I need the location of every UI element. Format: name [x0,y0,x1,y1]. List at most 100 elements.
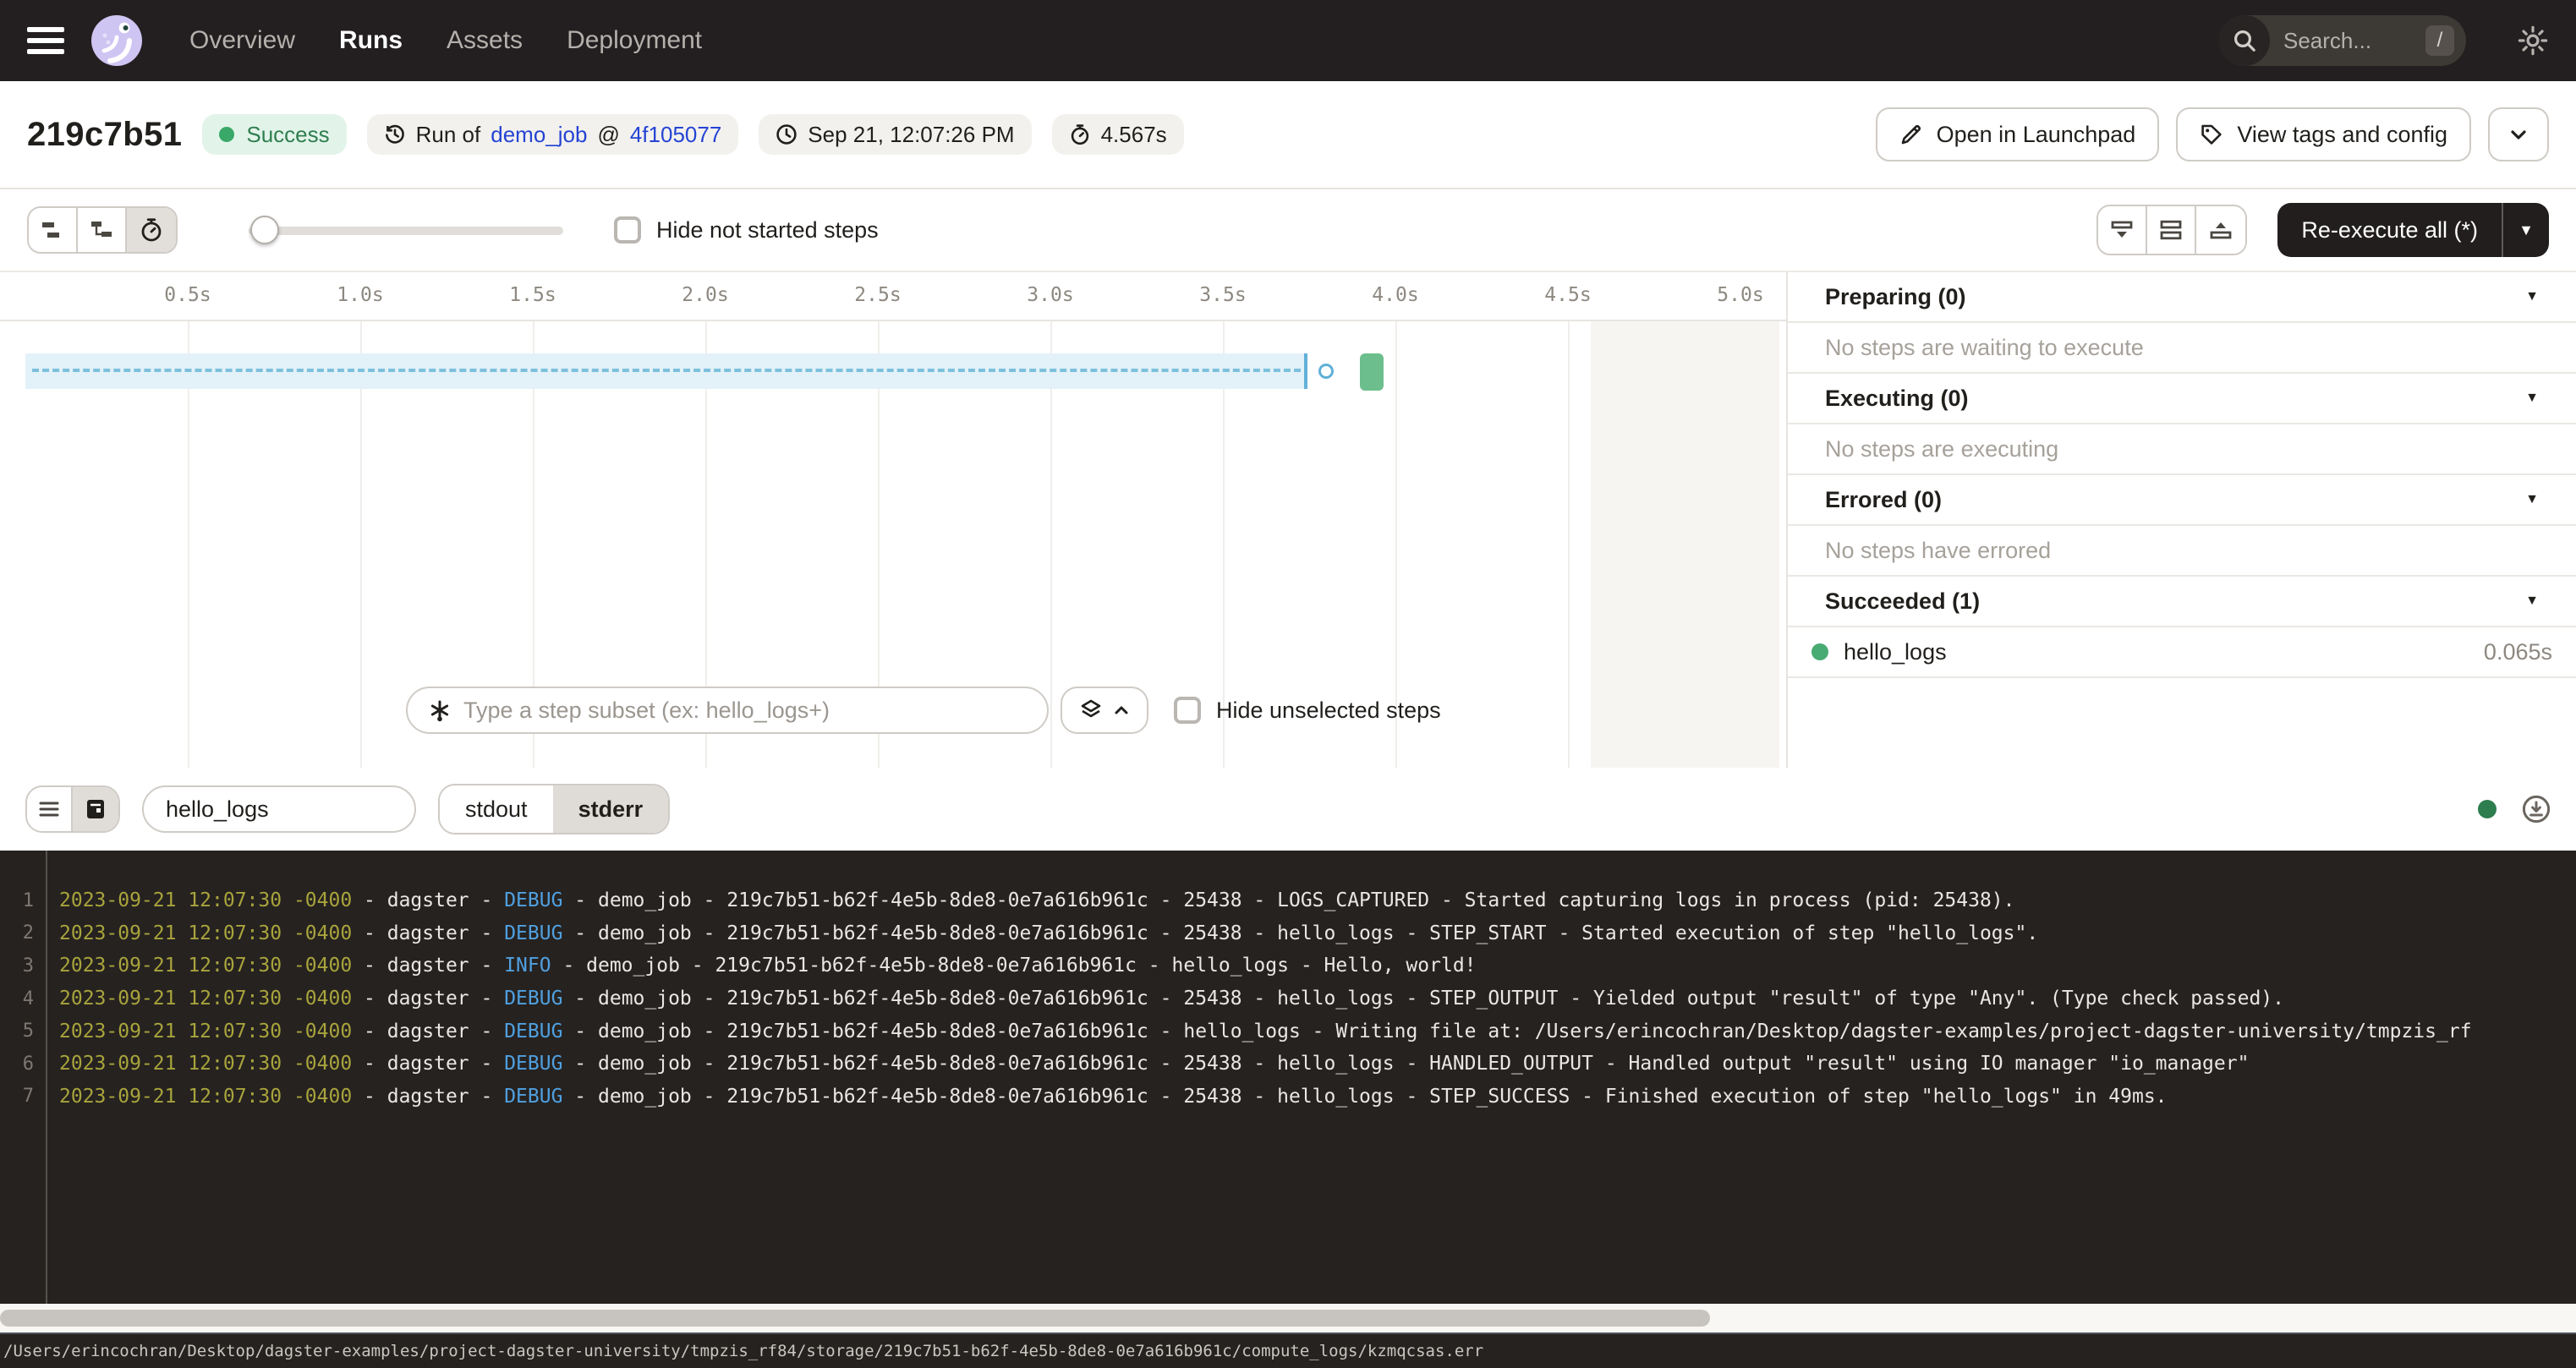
gantt-toolbar: Hide not started steps Re-execute all (*… [0,189,2576,271]
panel-section-header[interactable]: Preparing (0)▼ [1788,272,2576,323]
step-subset-input[interactable]: Type a step subset (ex: hello_logs+) [406,687,1049,734]
panel-section-title: Succeeded (1) [1825,588,1980,615]
hide-not-started-checkbox[interactable] [614,216,641,244]
step-status-dot [1811,643,1828,660]
gear-icon[interactable] [2517,25,2549,57]
log-line: 32023-09-21 12:07:30 -0400 - dagster - I… [0,949,2576,982]
panel-section-empty-message: No steps are executing [1788,424,2576,475]
open-in-launchpad-button[interactable]: Open in Launchpad [1876,107,2160,161]
run-actions-menu-button[interactable] [2488,107,2549,161]
log-line: 7 2023-09-21 12:07:30 -0400 - dagster - D… [0,1081,2576,1114]
nav-item-assets[interactable]: Assets [447,26,523,55]
expand-panel-icon [2208,217,2233,243]
raw-log-view-button[interactable] [73,787,118,831]
slider-handle[interactable] [250,216,279,244]
panel-section-empty-message: No steps have errored [1788,526,2576,577]
collapse-panel-button[interactable] [2098,206,2147,254]
raw-view-icon [84,797,107,821]
step-duration: 0.065s [2484,639,2552,665]
view-tags-config-button[interactable]: View tags and config [2176,107,2471,161]
axis-tick-label: 5.0s [1717,284,1763,306]
log-step-filter-input[interactable]: hello_logs [142,785,416,833]
panel-section-header[interactable]: Errored (0)▼ [1788,475,2576,526]
gantt-timed-mode-button[interactable] [127,208,176,252]
panel-section-header[interactable]: Succeeded (1)▼ [1788,577,2576,627]
log-tab-stdout[interactable]: stdout [440,785,553,833]
dagster-logo[interactable] [88,12,145,69]
snapshot-link[interactable]: 4f105077 [630,122,721,148]
succeeded-step-row[interactable]: hello_logs0.065s [1788,627,2576,678]
log-line-text: 2023-09-21 12:07:30 -0400 - dagster - DE… [59,889,2015,911]
graph-options-button[interactable] [1061,687,1148,734]
duration-label: 4.567s [1101,122,1167,148]
panel-size-segmented-control [2096,205,2247,255]
run-header: 219c7b51 Success Run of demo_job @ 4f105… [0,81,2576,189]
log-line: 2 2023-09-21 12:07:30 -0400 - dagster - D… [0,917,2576,950]
gantt-zoom-slider[interactable] [249,215,563,245]
log-line-text: 2023-09-21 12:07:30 -0400 - dagster - DE… [59,1086,2168,1108]
panel-section-title: Errored (0) [1825,487,1942,513]
pencil-icon [1899,123,1923,146]
panel-section-title: Executing (0) [1825,386,1969,412]
hide-unselected-checkbox-row: Hide unselected steps [1174,697,1441,724]
step-subset-placeholder: Type a step subset (ex: hello_logs+) [463,698,830,724]
axis-tick-label: 0.5s [164,284,211,306]
step-waiting-bar [25,353,1307,389]
reexecute-split-button: Re-execute all (*) ▼ [2277,203,2549,257]
step-selector-icon [428,698,452,722]
log-line-text: 2023-09-21 12:07:30 -0400 - dagster - DE… [59,922,2038,944]
gantt-waterfall-icon [90,218,113,242]
axis-tick-label: 3.5s [1199,284,1246,306]
open-in-launchpad-label: Open in Launchpad [1937,122,2136,148]
status-label: Success [246,122,329,148]
expand-panel-button[interactable] [2196,206,2245,254]
log-line: 62023-09-21 12:07:30 -0400 - dagster - D… [0,1048,2576,1081]
log-line-text: 2023-09-21 12:07:30 -0400 - dagster - DE… [59,988,2284,1010]
log-view-segmented-control [25,785,120,833]
nav-item-deployment[interactable]: Deployment [567,26,702,55]
split-panel-icon [2158,217,2184,243]
log-path-statusbar: /Users/erincochran/Desktop/dagster-examp… [0,1332,2576,1368]
hide-unselected-checkbox[interactable] [1174,697,1201,724]
start-time-label: Sep 21, 12:07:26 PM [808,122,1014,148]
reexecute-all-button[interactable]: Re-execute all (*) [2277,217,2502,244]
reexecute-caret-button[interactable]: ▼ [2503,222,2549,239]
log-line: 52023-09-21 12:07:30 -0400 - dagster - D… [0,1015,2576,1048]
log-line-number: 2 [0,922,34,944]
log-line-text: 2023-09-21 12:07:30 -0400 - dagster - DE… [59,1053,2249,1075]
top-nav: Overview Runs Assets Deployment Search... / [0,0,2576,81]
log-line-number: 7 [0,1086,34,1107]
gantt-timed-icon [139,217,164,243]
job-name-link[interactable]: demo_job [491,122,587,148]
step-bar-hello-logs[interactable] [1360,353,1384,391]
log-console: 12023-09-21 12:07:30 -0400 - dagster - D… [0,851,2576,1304]
nav-item-overview[interactable]: Overview [189,26,295,55]
gantt-waterfall-mode-button[interactable] [78,208,127,252]
download-log-icon[interactable] [2522,795,2551,824]
scrollbar-thumb[interactable] [0,1310,1710,1327]
log-filter-value: hello_logs [166,796,269,823]
log-line-number: 3 [0,955,34,977]
structured-log-view-button[interactable] [27,787,73,831]
slash-shortcut-badge: / [2425,25,2454,56]
section-caret-icon: ▼ [2525,391,2539,406]
panel-section-header[interactable]: Executing (0) ▼ [1788,374,2576,424]
clock-icon [776,123,797,145]
stopwatch-icon [1069,123,1091,145]
gantt-mode-segmented-control [27,206,178,254]
chevron-up-icon [1113,702,1130,719]
search-input[interactable]: Search... / [2219,15,2466,66]
split-panel-button[interactable] [2147,206,2196,254]
axis-tick-label: 4.0s [1372,284,1418,306]
nav-item-runs[interactable]: Runs [339,26,403,55]
panel-section-title: Preparing (0) [1825,284,1966,310]
run-status-badge: Success [202,114,346,155]
hide-unselected-label: Hide unselected steps [1216,698,1441,724]
axis-tick-label: 1.0s [337,284,383,306]
log-tab-stderr[interactable]: stderr [553,785,669,833]
run-of-pill: Run of demo_job @ 4f105077 [367,114,739,155]
axis-tick-label: 4.5s [1544,284,1591,306]
collapse-panel-icon [2109,217,2135,243]
gantt-flat-mode-button[interactable] [29,208,78,252]
hamburger-menu-icon[interactable] [27,22,64,59]
